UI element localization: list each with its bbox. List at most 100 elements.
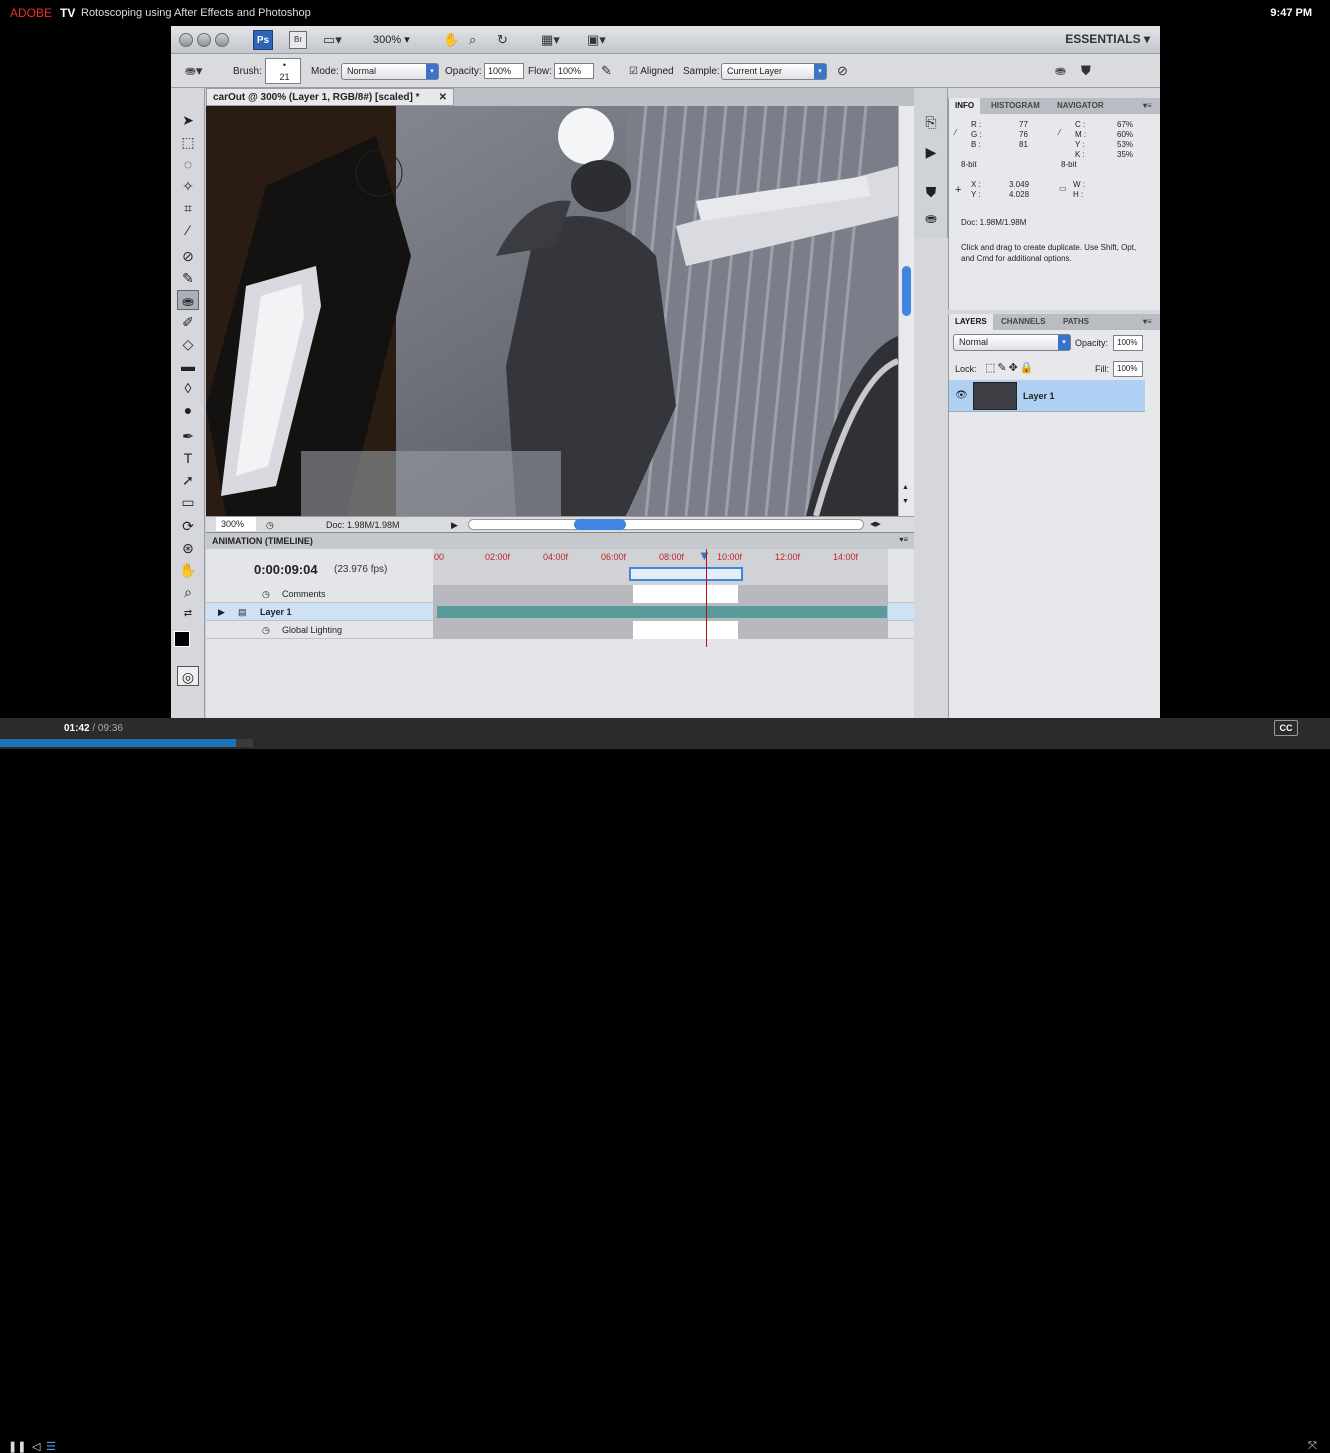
layer-1-track[interactable] [433, 603, 888, 621]
hand-tool-icon[interactable]: ✋ [443, 31, 459, 49]
path-selection-tool-icon[interactable]: ➚ [177, 470, 199, 490]
gradient-tool-icon[interactable]: ▬ [177, 356, 199, 376]
brush-panel-icon[interactable]: ⛊ [1081, 62, 1091, 80]
timeline-row-layer-1[interactable]: ▶ ▤ Layer 1 [206, 603, 914, 621]
tab-info[interactable]: INFO [949, 98, 981, 114]
pause-icon[interactable]: ❚❚ [8, 1440, 26, 1453]
status-arrow-icon[interactable]: ▶ [451, 517, 458, 533]
stopwatch-icon[interactable]: ◷ [262, 621, 270, 639]
actions-panel-icon[interactable]: ▶ [920, 142, 942, 162]
healing-brush-tool-icon[interactable]: ⊘ [177, 246, 199, 266]
vertical-scroll-thumb[interactable] [902, 266, 911, 316]
workspace-switcher[interactable]: ESSENTIALS ▾ [1065, 32, 1150, 46]
horizontal-scrollbar[interactable] [468, 519, 864, 530]
scroll-up-arrow-icon[interactable]: ▲ [902, 484, 909, 491]
layer-duration-bar[interactable] [437, 606, 887, 618]
work-area-bar[interactable] [629, 567, 743, 581]
zoom-window-button[interactable] [215, 33, 229, 47]
horizontal-scroll-thumb[interactable] [574, 519, 626, 530]
closed-captions-button[interactable]: CC [1274, 720, 1298, 736]
layer-opacity-field[interactable]: 100% [1113, 335, 1143, 351]
3d-rotate-tool-icon[interactable]: ⟳ [177, 516, 199, 536]
blur-tool-icon[interactable]: ◊ [177, 378, 199, 398]
bridge-button[interactable]: Br [289, 31, 307, 49]
clone-stamp-preset-icon[interactable]: ⛂▾ [185, 62, 202, 80]
fullscreen-icon[interactable]: ⤧ [1308, 1440, 1317, 1453]
ignore-adjustment-layers-icon[interactable]: ⊘ [837, 62, 848, 80]
opacity-field[interactable]: 100% [484, 63, 524, 79]
time-ruler[interactable]: 00 02:00f 04:00f 06:00f 08:00f 10:00f 12… [433, 548, 888, 585]
eraser-tool-icon[interactable]: ◇ [177, 334, 199, 354]
quick-selection-tool-icon[interactable]: ✧ [177, 176, 199, 196]
zoom-status-field[interactable]: 300% [216, 517, 256, 531]
eyedropper-tool-icon[interactable]: ⁄ [177, 220, 199, 240]
chapters-icon[interactable]: ☰ [46, 1440, 56, 1453]
clone-source-panel-icon[interactable]: ⛂ [920, 208, 942, 228]
status-menu-icon[interactable]: ◷ [266, 517, 274, 533]
stopwatch-icon[interactable]: ◷ [262, 585, 270, 603]
tab-channels[interactable]: CHANNELS [995, 314, 1051, 330]
lock-icons[interactable]: ⬚✎✥🔒 [985, 361, 1036, 374]
tab-navigator[interactable]: NAVIGATOR [1051, 98, 1110, 114]
view-extras-icon[interactable]: ▭▾ [323, 31, 342, 49]
scroll-left-right-arrows-icon[interactable]: ◀▶ [870, 517, 881, 533]
flow-field[interactable]: 100% [554, 63, 594, 79]
visibility-eye-icon[interactable]: 👁 [955, 390, 968, 401]
airbrush-icon[interactable]: ✎ [601, 62, 612, 80]
tab-layers[interactable]: LAYERS [949, 314, 993, 330]
screen-mode-icon[interactable]: ▣▾ [587, 31, 606, 49]
sample-select[interactable]: Current Layer ▾ [721, 63, 827, 80]
3d-orbit-tool-icon[interactable]: ⊛ [177, 538, 199, 558]
tab-histogram[interactable]: HISTOGRAM [985, 98, 1046, 114]
lasso-tool-icon[interactable]: ◌ [177, 154, 199, 174]
aligned-checkbox[interactable]: ☑ Aligned [629, 66, 674, 77]
current-time[interactable]: 0:00:09:04 [254, 562, 318, 577]
history-brush-tool-icon[interactable]: ✐ [177, 312, 199, 332]
brush-tool-icon[interactable]: ✎ [177, 268, 199, 288]
pen-tool-icon[interactable]: ✒ [177, 426, 199, 446]
photoshop-icon[interactable]: Ps [253, 30, 273, 50]
history-panel-icon[interactable]: ⎘ [920, 112, 942, 132]
foreground-color-swatch[interactable] [174, 631, 190, 647]
close-icon[interactable]: ✕ [439, 89, 447, 106]
brush-panel-icon[interactable]: ⛊ [920, 182, 942, 202]
timeline-row-global-lighting[interactable]: ◷ Global Lighting [206, 621, 914, 639]
layer-fill-field[interactable]: 100% [1113, 361, 1143, 377]
rotate-view-icon[interactable]: ↻ [497, 31, 508, 49]
blend-mode-select[interactable]: Normal ▾ [953, 334, 1071, 351]
zoom-tool-icon[interactable]: ⌕ [469, 31, 476, 49]
type-tool-icon[interactable]: T [177, 448, 199, 468]
image-canvas[interactable] [206, 106, 898, 516]
close-window-button[interactable] [179, 33, 193, 47]
mode-select[interactable]: Normal ▾ [341, 63, 439, 80]
panel-menu-icon[interactable]: ▾≡ [1137, 314, 1158, 330]
dodge-tool-icon[interactable]: ● [177, 400, 199, 420]
brush-picker[interactable]: • 21 [265, 58, 301, 84]
clone-source-panel-icon[interactable]: ⛂ [1055, 62, 1066, 80]
zoom-tool-icon[interactable]: ⌕ [177, 582, 199, 602]
crop-tool-icon[interactable]: ⌗ [177, 198, 199, 218]
minimize-window-button[interactable] [197, 33, 211, 47]
crosshair-icon: + [955, 184, 962, 196]
move-tool-icon[interactable]: ➤ [177, 110, 199, 130]
panel-menu-icon[interactable]: ▾≡ [1137, 98, 1158, 114]
swap-colors-icon[interactable]: ⇄ [177, 604, 199, 624]
arrange-documents-icon[interactable]: ▦▾ [541, 31, 560, 49]
playhead-marker-icon[interactable]: ▼ [698, 548, 711, 563]
panel-menu-icon[interactable]: ▾≡ [899, 535, 908, 544]
marquee-tool-icon[interactable]: ⬚ [177, 132, 199, 152]
layer-name[interactable]: Layer 1 [1023, 391, 1055, 401]
shape-tool-icon[interactable]: ▭ [177, 492, 199, 512]
document-tab[interactable]: carOut @ 300% (Layer 1, RGB/8#) [scaled]… [206, 88, 454, 106]
timeline-row-comments[interactable]: ◷ Comments [206, 585, 914, 603]
expand-triangle-icon[interactable]: ▶ [218, 603, 225, 621]
hand-tool-icon[interactable]: ✋ [177, 560, 199, 580]
quick-mask-icon[interactable]: ◎ [177, 666, 199, 686]
scroll-down-arrow-icon[interactable]: ▼ [902, 498, 909, 505]
layer-row[interactable]: 👁 Layer 1 [949, 380, 1145, 412]
vertical-scrollbar[interactable]: ▲ ▼ [898, 106, 914, 516]
clone-stamp-tool-icon[interactable]: ⛂ [177, 290, 199, 310]
volume-icon[interactable]: ◁ [32, 1440, 40, 1453]
tab-paths[interactable]: PATHS [1057, 314, 1095, 330]
zoom-level-dropdown[interactable]: 300% ▾ [373, 33, 410, 46]
